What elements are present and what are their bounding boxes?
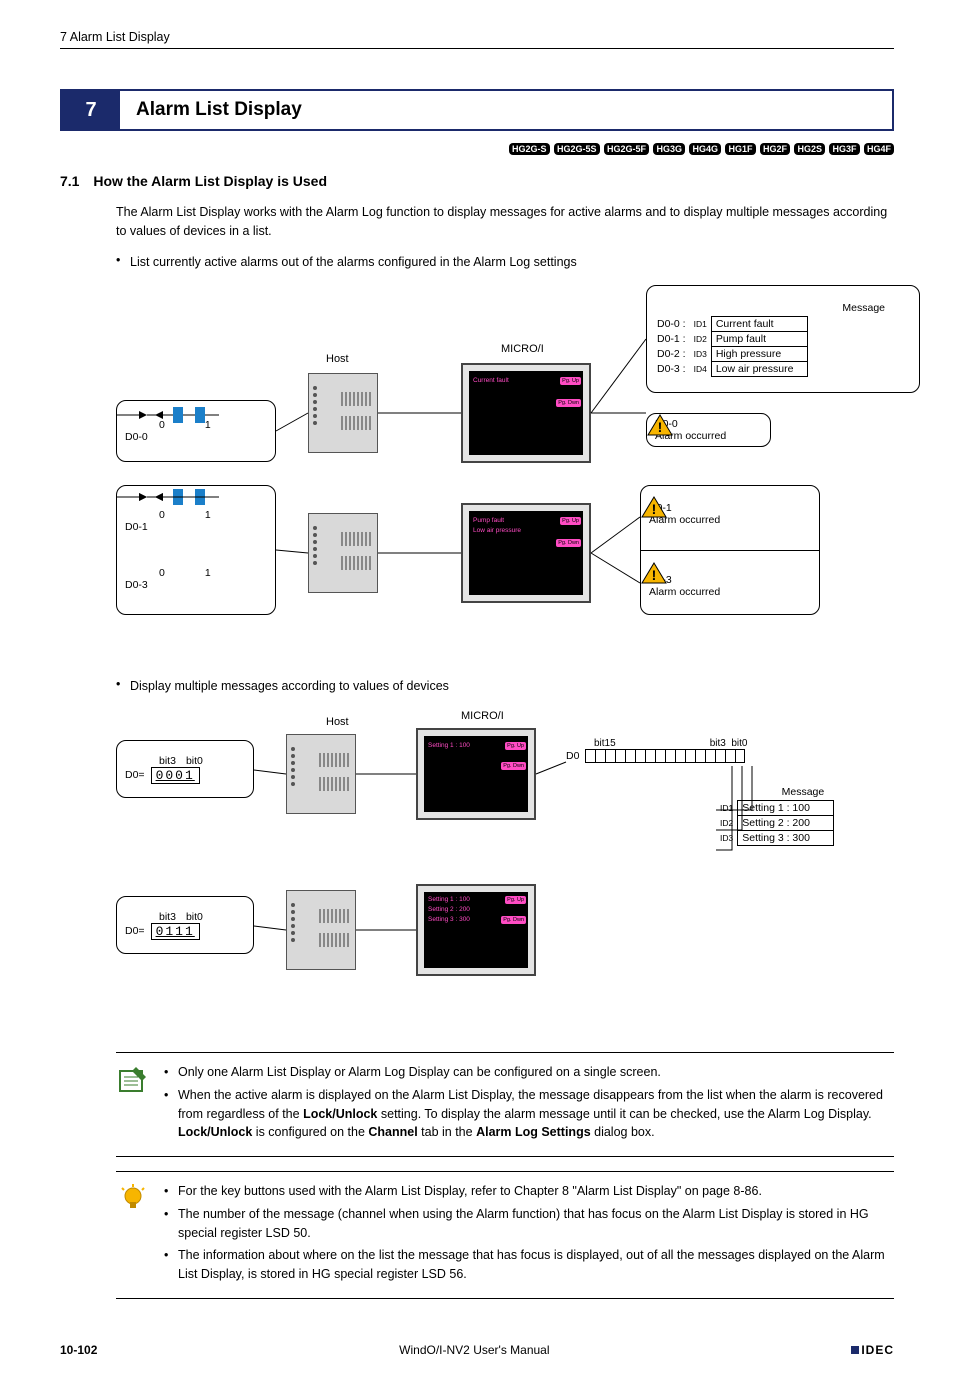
page-header: 7 Alarm List Display <box>60 30 894 44</box>
note-block-2: •For the key buttons used with the Alarm… <box>116 1171 894 1299</box>
switch-group-2: 01 D0-1 01 D0-3 <box>116 485 276 615</box>
d0-register: bit15 bit3 bit0 D0 <box>566 738 748 763</box>
message-table-2: Message ID1Setting 1 : 100 ID2Setting 2 … <box>716 786 834 846</box>
model-tag: HG2G-S <box>509 143 550 155</box>
chapter-title: Alarm List Display <box>120 91 302 129</box>
bullet-2: • Display multiple messages according to… <box>116 677 894 696</box>
alarm-d0-0: D0-0 Alarm occurred ! <box>646 413 771 447</box>
intro-text: The Alarm List Display works with the Al… <box>116 203 894 241</box>
model-tag: HG2F <box>760 143 790 155</box>
chapter-number: 7 <box>62 91 120 129</box>
warning-icon: ! <box>647 414 673 436</box>
header-rule <box>60 48 894 49</box>
note-block-1: •Only one Alarm List Display or Alarm Lo… <box>116 1052 894 1157</box>
plc-icon <box>286 734 356 814</box>
hmi-panel-1: Current fault Pg. Up Pg. Dwn <box>461 363 591 463</box>
model-tags: HG2G-S HG2G-5S HG2G-5F HG3G HG4G HG1F HG… <box>60 141 894 155</box>
msg-header: Message <box>653 302 885 314</box>
section-heading: 7.1 How the Alarm List Display is Used <box>60 173 894 189</box>
hmi-panel-2: Pump fault Low air pressure Pg. Up Pg. D… <box>461 503 591 603</box>
switch-icon <box>117 401 227 429</box>
header-section: 7 Alarm List Display <box>60 30 170 44</box>
model-tag: HG2G-5F <box>604 143 649 155</box>
hmi-panel-3: Setting 1 : 100 Pg. Up Pg. Dwn <box>416 728 536 820</box>
plc-icon <box>308 513 378 593</box>
svg-text:!: ! <box>652 567 657 583</box>
section-number: 7.1 <box>60 173 79 189</box>
model-tag: HG1F <box>725 143 755 155</box>
note-icon <box>116 1063 150 1146</box>
svg-text:!: ! <box>652 501 657 517</box>
microi-label: MICRO/I <box>461 710 504 722</box>
model-tag: HG3G <box>653 143 685 155</box>
microi-label: MICRO/I <box>501 343 544 355</box>
host-label: Host <box>326 716 349 728</box>
bitbox-2: bit3 bit0 D0= 0111 <box>116 896 254 954</box>
diagram-1: Message D0-0 :ID1Current fault D0-1 :ID2… <box>116 285 894 655</box>
plc-icon <box>286 890 356 970</box>
model-tag: HG4F <box>864 143 894 155</box>
alarm-group-2: D0-1 Alarm occurred ! D0-3 Alarm occurre… <box>640 485 820 615</box>
chapter-bar: 7 Alarm List Display <box>60 89 894 131</box>
model-tag: HG4G <box>689 143 721 155</box>
bullet-1: • List currently active alarms out of th… <box>116 253 894 272</box>
switch-icon <box>117 486 227 508</box>
message-table-box: Message D0-0 :ID1Current fault D0-1 :ID2… <box>646 285 920 393</box>
warning-icon: ! <box>641 496 667 518</box>
model-tag: HG2G-5S <box>554 143 600 155</box>
diagram-2: Host MICRO/I bit3 bit0 D0= 0001 Setting … <box>116 710 894 1030</box>
model-tag: HG3F <box>829 143 859 155</box>
svg-text:!: ! <box>658 419 663 435</box>
hmi-panel-4: Setting 1 : 100 Setting 2 : 200 Setting … <box>416 884 536 976</box>
bitbox-1: bit3 bit0 D0= 0001 <box>116 740 254 798</box>
host-label: Host <box>326 353 349 365</box>
switch-d0-0-box: 01 D0-0 <box>116 400 276 462</box>
plc-icon <box>308 373 378 453</box>
warning-icon: ! <box>641 562 667 584</box>
tip-icon <box>116 1182 150 1288</box>
model-tag: HG2S <box>794 143 825 155</box>
section-title: How the Alarm List Display is Used <box>93 173 327 189</box>
